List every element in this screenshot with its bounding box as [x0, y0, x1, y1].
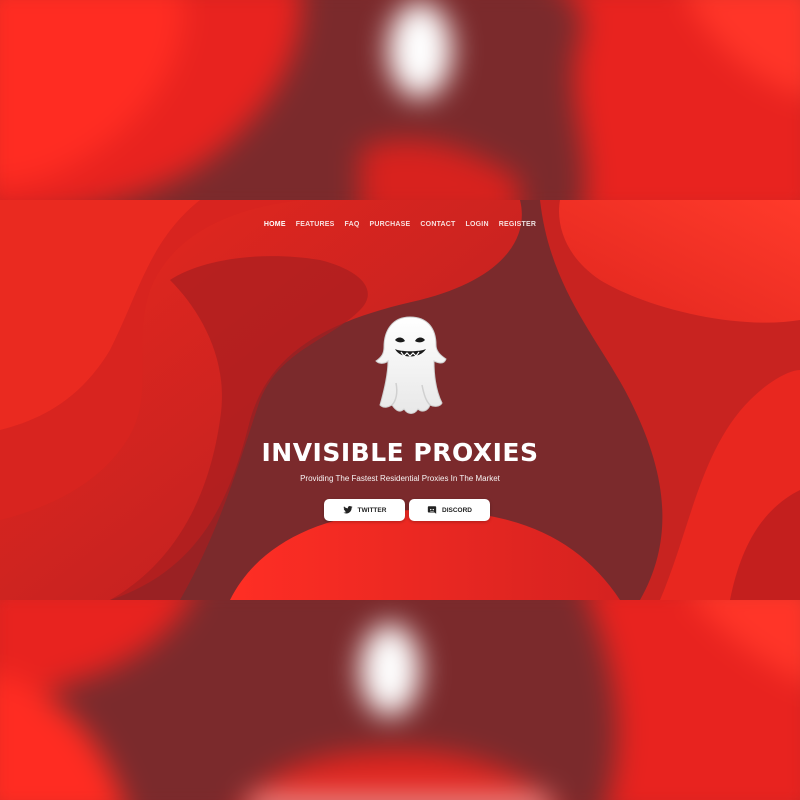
blurred-background-top: [0, 0, 800, 200]
nav-item-register[interactable]: REGISTER: [494, 221, 541, 228]
twitter-icon: [342, 506, 353, 514]
twitter-button-label: TWITTER: [357, 506, 387, 514]
nav-item-purchase[interactable]: PURCHASE: [365, 221, 416, 228]
nav-item-features[interactable]: FEATURES: [291, 221, 340, 228]
twitter-button[interactable]: TWITTER: [324, 499, 405, 521]
discord-button-label: DISCORD: [442, 506, 472, 514]
nav-item-contact[interactable]: CONTACT: [415, 221, 460, 228]
main-nav: HOME FEATURES FAQ PURCHASE CONTACT LOGIN…: [0, 221, 800, 228]
discord-button[interactable]: DISCORD: [409, 499, 490, 521]
page-canvas: HOME FEATURES FAQ PURCHASE CONTACT LOGIN…: [0, 0, 800, 800]
nav-item-home[interactable]: HOME: [259, 221, 291, 228]
discord-icon: [427, 506, 437, 514]
hero-section: HOME FEATURES FAQ PURCHASE CONTACT LOGIN…: [0, 200, 800, 600]
blurred-background-bottom: [0, 600, 800, 800]
nav-item-login[interactable]: LOGIN: [461, 221, 494, 228]
nav-item-faq[interactable]: FAQ: [340, 221, 365, 228]
page-title: INVISIBLE PROXIES: [261, 438, 539, 467]
page-subtitle: Providing The Fastest Residential Proxie…: [300, 474, 500, 483]
ghost-icon: [370, 313, 450, 418]
